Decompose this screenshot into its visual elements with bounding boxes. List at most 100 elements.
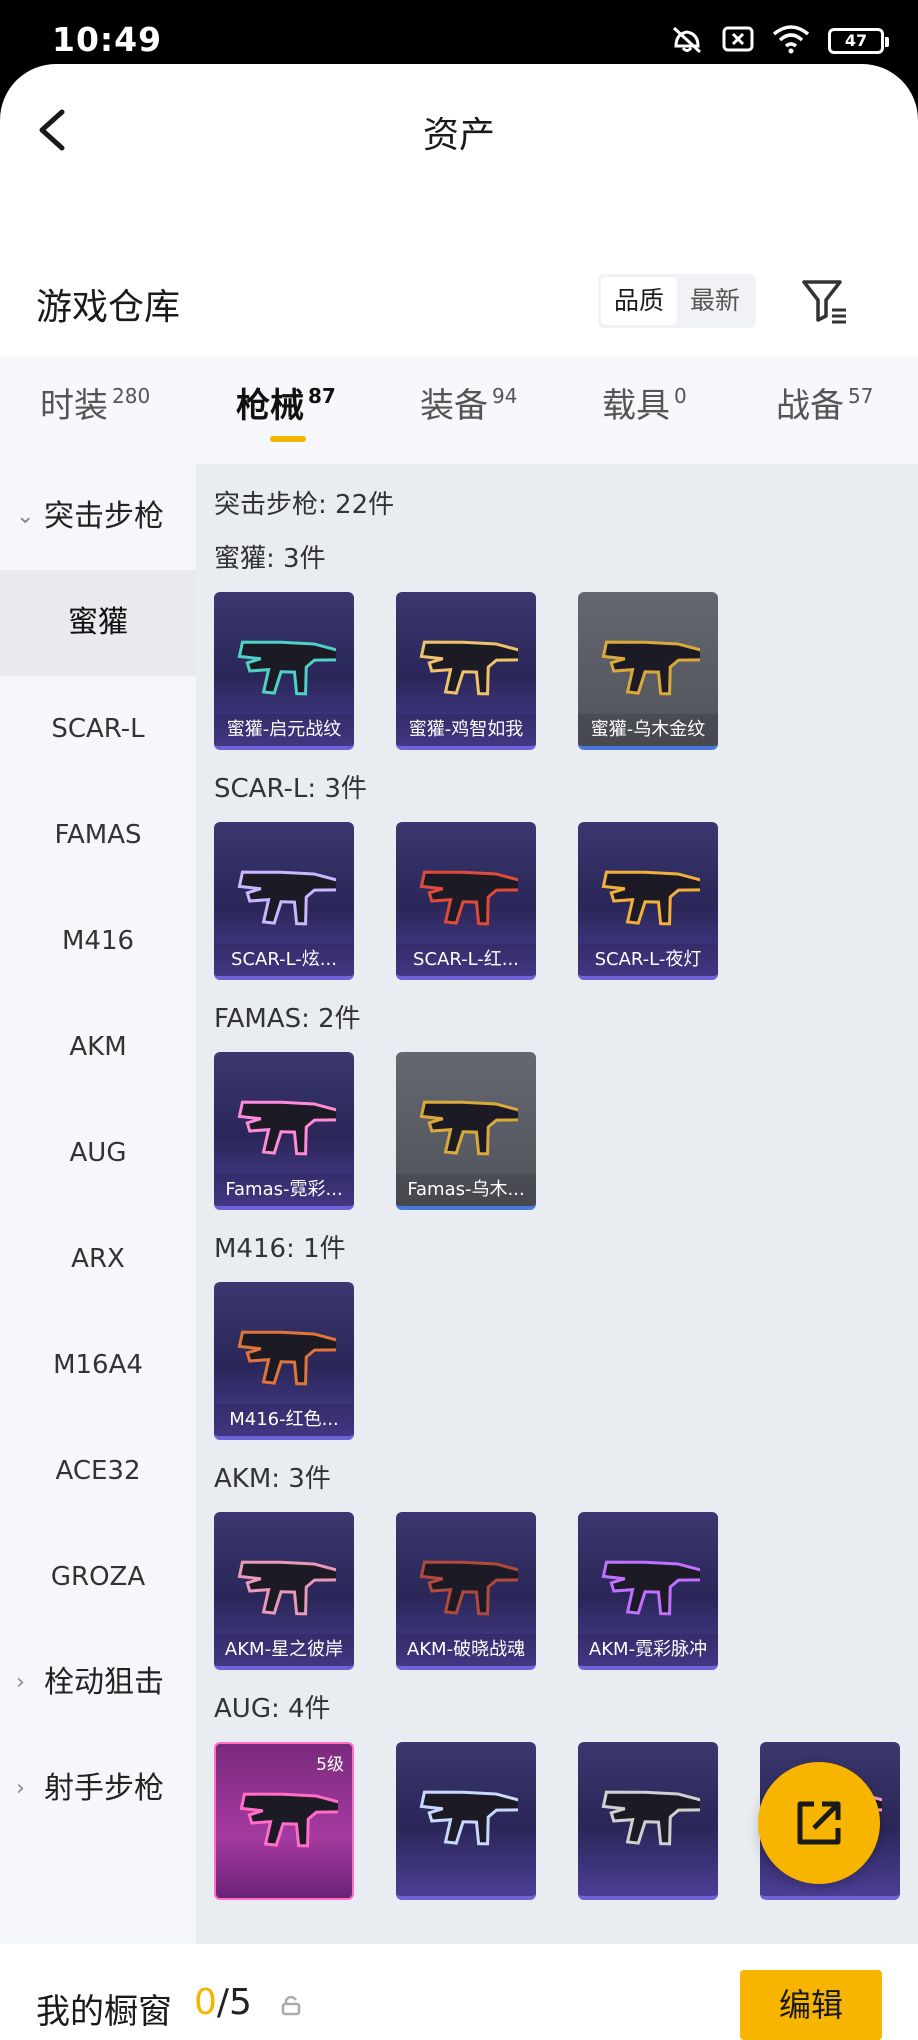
weapon-card[interactable] bbox=[396, 1742, 536, 1900]
weapon-card[interactable]: Famas-乌木... bbox=[396, 1052, 536, 1210]
weapon-card[interactable]: Famas-霓彩... bbox=[214, 1052, 354, 1210]
filter-button[interactable] bbox=[800, 276, 850, 326]
weapon-card[interactable]: M416-红色... bbox=[214, 1282, 354, 1440]
tab-count: 94 bbox=[492, 384, 518, 408]
weapon-card[interactable]: 5级 bbox=[214, 1742, 354, 1900]
sidebar-item-scar-l[interactable]: SCAR-L bbox=[0, 676, 196, 782]
sidebar-item-m16a4[interactable]: M16A4 bbox=[0, 1312, 196, 1418]
level-badge: 5级 bbox=[316, 1755, 344, 1775]
tab-count: 0 bbox=[674, 384, 687, 408]
section-title: SCAR-L: 3件 bbox=[214, 774, 367, 804]
sidebar-item-groza[interactable]: GROZA bbox=[0, 1524, 196, 1630]
sidebar-group-marksman-rifle[interactable]: › 射手步枪 bbox=[0, 1736, 196, 1842]
section-title: 蜜獾: 3件 bbox=[214, 544, 326, 574]
chevron-right-icon: › bbox=[16, 1670, 25, 1695]
weapon-card[interactable]: 蜜獾-鸡智如我 bbox=[396, 592, 536, 750]
sidebar-group-bolt-sniper[interactable]: › 栓动狙击 bbox=[0, 1630, 196, 1736]
section-title: AUG: 4件 bbox=[214, 1694, 331, 1724]
rifle-icon bbox=[237, 640, 336, 696]
wifi-icon bbox=[772, 24, 810, 58]
weapon-card[interactable]: SCAR-L-夜灯 bbox=[578, 822, 718, 980]
rifle-icon bbox=[601, 1790, 700, 1846]
sort-newest-option[interactable]: 最新 bbox=[677, 277, 753, 325]
tab-count: 87 bbox=[308, 384, 336, 408]
rifle-icon bbox=[239, 1792, 338, 1848]
tab-label: 载具 bbox=[602, 386, 670, 426]
status-icons: 47 bbox=[670, 24, 889, 58]
share-icon bbox=[797, 1801, 841, 1845]
tab-equipment[interactable]: 装备 94 bbox=[420, 378, 517, 427]
rifle-icon bbox=[419, 640, 518, 696]
showcase-current: 0 bbox=[194, 1982, 217, 2023]
sort-toggle: 品质 最新 bbox=[598, 274, 757, 328]
weapon-card[interactable]: SCAR-L-炫... bbox=[214, 822, 354, 980]
weapon-card-label: SCAR-L-炫... bbox=[214, 944, 354, 976]
weapon-card-label: Famas-霓彩... bbox=[214, 1174, 354, 1206]
section-title: AKM: 3件 bbox=[214, 1464, 331, 1494]
weapon-card[interactable]: 蜜獾-乌木金纹 bbox=[578, 592, 718, 750]
rifle-icon bbox=[237, 1560, 336, 1616]
mute-icon bbox=[670, 24, 704, 58]
edit-button[interactable]: 编辑 bbox=[740, 1970, 882, 2040]
rifle-icon bbox=[419, 1790, 518, 1846]
filter-icon bbox=[802, 280, 846, 324]
weapon-grid: 突击步枪: 22件 蜜獾: 3件 蜜獾-启元战纹 蜜獾-鸡智如我 蜜獾-乌木金纹 SCA… bbox=[196, 464, 918, 1944]
category-tabs: 时装 280 枪械 87 装备 94 载具 0 战备 57 bbox=[0, 356, 918, 464]
weapon-card-label: AKM-霓彩脉冲 bbox=[578, 1634, 718, 1666]
sidebar-item-famas[interactable]: FAMAS bbox=[0, 782, 196, 888]
nav-header: 资产 bbox=[0, 64, 918, 194]
weapon-card-label: AKM-破晓战魂 bbox=[396, 1634, 536, 1666]
weapon-card-label: AKM-星之彼岸 bbox=[214, 1634, 354, 1666]
status-time: 10:49 bbox=[52, 20, 163, 59]
rifle-icon bbox=[419, 1560, 518, 1616]
sidebar-group-label: 栓动狙击 bbox=[44, 1665, 164, 1700]
tab-count: 280 bbox=[112, 384, 151, 408]
no-sim-icon bbox=[722, 25, 754, 57]
tab-supplies[interactable]: 战备 57 bbox=[776, 378, 873, 427]
weapon-card-label: 蜜獾-乌木金纹 bbox=[578, 714, 718, 746]
showcase-label: 我的橱窗 bbox=[36, 1992, 172, 2032]
page-title: 资产 bbox=[422, 115, 495, 156]
tab-label: 枪械 bbox=[236, 386, 304, 426]
tab-vehicles[interactable]: 载具 0 bbox=[602, 378, 687, 427]
weapon-card-label: Famas-乌木... bbox=[396, 1174, 536, 1206]
rifle-icon bbox=[237, 870, 336, 926]
battery-icon: 47 bbox=[828, 28, 889, 54]
weapon-card-label: SCAR-L-夜灯 bbox=[578, 944, 718, 976]
sidebar-group-label: 突击步枪 bbox=[44, 499, 164, 534]
sidebar-item-m416[interactable]: M416 bbox=[0, 888, 196, 994]
share-button[interactable] bbox=[758, 1762, 880, 1884]
tab-fashion[interactable]: 时装 280 bbox=[40, 378, 150, 427]
lock-icon bbox=[281, 1995, 301, 2016]
app-screen: 资产 游戏仓库 品质 最新 时装 280 枪械 87 装备 94 载具 0 战备 57 ⌄… bbox=[0, 64, 918, 2040]
rifle-icon bbox=[237, 1330, 336, 1386]
sidebar-item-arx[interactable]: ARX bbox=[0, 1206, 196, 1312]
tab-guns[interactable]: 枪械 87 bbox=[236, 378, 336, 427]
sidebar-item-ace32[interactable]: ACE32 bbox=[0, 1418, 196, 1524]
sidebar-item-aug[interactable]: AUG bbox=[0, 1100, 196, 1206]
sidebar-item-akm[interactable]: AKM bbox=[0, 994, 196, 1100]
weapon-card[interactable]: AKM-星之彼岸 bbox=[214, 1512, 354, 1670]
tab-label: 时装 bbox=[40, 386, 108, 426]
weapon-card-label: 蜜獾-启元战纹 bbox=[214, 714, 354, 746]
category-total: 突击步枪: 22件 bbox=[214, 490, 395, 520]
weapon-card[interactable]: SCAR-L-红... bbox=[396, 822, 536, 980]
sidebar-group-label: 射手步枪 bbox=[44, 1771, 164, 1806]
weapon-card-label: M416-红色... bbox=[214, 1404, 354, 1436]
weapon-card[interactable] bbox=[578, 1742, 718, 1900]
weapon-card[interactable]: AKM-破晓战魂 bbox=[396, 1512, 536, 1670]
weapon-card-label: SCAR-L-红... bbox=[396, 944, 536, 976]
rifle-icon bbox=[601, 1560, 700, 1616]
weapon-card-label: 蜜獾-鸡智如我 bbox=[396, 714, 536, 746]
showcase-total: /5 bbox=[216, 1982, 252, 2023]
weapon-card[interactable]: 蜜獾-启元战纹 bbox=[214, 592, 354, 750]
sort-quality-option[interactable]: 品质 bbox=[601, 277, 678, 325]
rifle-icon bbox=[419, 1100, 518, 1156]
rifle-icon bbox=[419, 870, 518, 926]
showcase-count: 0/5 bbox=[194, 1982, 252, 2023]
sidebar-item-honey-badger[interactable]: 蜜獾 bbox=[0, 570, 196, 676]
tab-count: 57 bbox=[848, 384, 874, 408]
sidebar-group-assault-rifle[interactable]: ⌄ 突击步枪 bbox=[0, 464, 196, 570]
rifle-icon bbox=[601, 640, 700, 696]
weapon-card[interactable]: AKM-霓彩脉冲 bbox=[578, 1512, 718, 1670]
